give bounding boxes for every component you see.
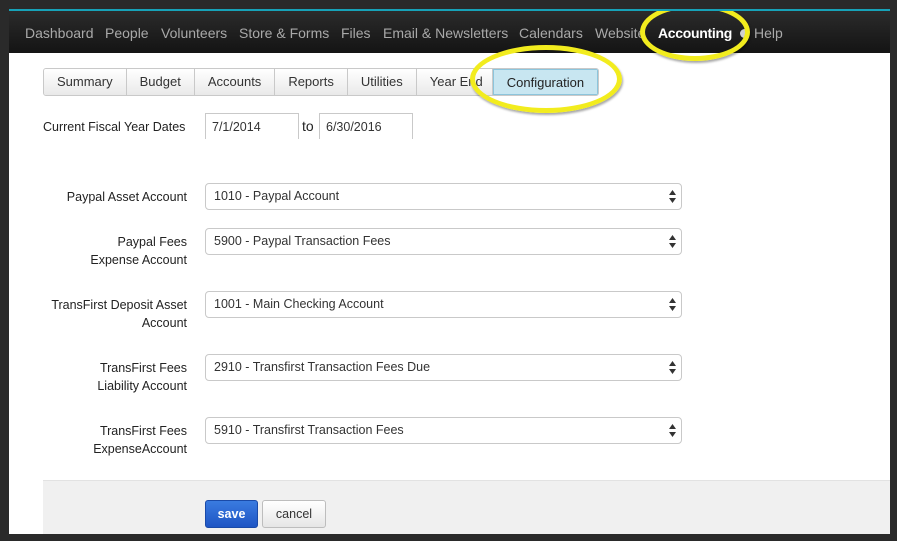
nav-website[interactable]: Website <box>595 25 641 41</box>
help-icon <box>740 29 749 38</box>
transfirst-fees-liability-label: TransFirst Fees Liability Account <box>29 359 187 395</box>
select-value: 1001 - Main Checking Account <box>214 297 384 311</box>
field-label-line: Expense Account <box>90 253 187 267</box>
fiscal-year-label: Current Fiscal Year Dates <box>43 120 186 134</box>
paypal-fees-expense-account-select[interactable]: 5900 - Paypal Transaction Fees <box>205 228 682 255</box>
nav-help[interactable]: Help <box>754 25 783 41</box>
transfirst-deposit-label: TransFirst Deposit Asset Account <box>29 296 187 332</box>
select-value: 5900 - Paypal Transaction Fees <box>214 234 391 248</box>
select-arrows-icon <box>669 298 676 311</box>
nav-email-newsletters[interactable]: Email & Newsletters <box>383 25 508 41</box>
tab-configuration[interactable]: Configuration <box>492 69 599 95</box>
field-label-line: TransFirst Fees <box>99 361 187 375</box>
tab-reports[interactable]: Reports <box>275 69 348 95</box>
select-value: 1010 - Paypal Account <box>214 189 340 203</box>
field-label-line: ExpenseAccount <box>93 442 187 456</box>
tab-accounts[interactable]: Accounts <box>194 69 276 95</box>
field-label-line: Account <box>141 316 187 330</box>
form-actions: save cancel <box>43 480 890 534</box>
date-separator: to <box>302 118 314 134</box>
select-value: 5910 - Transfirst Transaction Fees <box>214 423 404 437</box>
field-label-line: Paypal Asset Account <box>66 190 187 204</box>
nav-dashboard[interactable]: Dashboard <box>25 25 94 41</box>
select-arrows-icon <box>669 235 676 248</box>
window-top-border <box>9 9 890 11</box>
transfirst-fees-liability-account-select[interactable]: 2910 - Transfirst Transaction Fees Due <box>205 354 682 381</box>
nav-accounting[interactable]: Accounting <box>658 25 732 41</box>
select-arrows-icon <box>669 361 676 374</box>
select-value: 2910 - Transfirst Transaction Fees Due <box>214 360 431 374</box>
save-button[interactable]: save <box>205 500 258 528</box>
field-label-line: TransFirst Fees <box>99 424 187 438</box>
transfirst-deposit-asset-account-select[interactable]: 1001 - Main Checking Account <box>205 291 682 318</box>
nav-store-forms[interactable]: Store & Forms <box>239 25 329 41</box>
fiscal-end-date-input[interactable]: 6/30/2016 <box>319 113 413 139</box>
transfirst-fees-expense-account-select[interactable]: 5910 - Transfirst Transaction Fees <box>205 417 682 444</box>
accounting-tabs: Summary Budget Accounts Reports Utilitie… <box>43 68 600 96</box>
paypal-asset-account-select[interactable]: 1010 - Paypal Account <box>205 183 682 210</box>
nav-calendars[interactable]: Calendars <box>519 25 583 41</box>
select-arrows-icon <box>669 190 676 203</box>
transfirst-fees-expense-label: TransFirst Fees ExpenseAccount <box>29 422 187 458</box>
paypal-asset-label: Paypal Asset Account <box>29 188 187 206</box>
top-navbar: Dashboard People Volunteers Store & Form… <box>9 9 890 53</box>
app-window: Dashboard People Volunteers Store & Form… <box>9 9 890 534</box>
select-arrows-icon <box>669 424 676 437</box>
field-label-line: TransFirst Deposit Asset <box>51 298 187 312</box>
nav-volunteers[interactable]: Volunteers <box>161 25 227 41</box>
field-label-line: Liability Account <box>97 379 187 393</box>
tab-year-end[interactable]: Year End <box>416 69 493 95</box>
nav-people[interactable]: People <box>105 25 149 41</box>
nav-files[interactable]: Files <box>341 25 371 41</box>
tab-budget[interactable]: Budget <box>126 69 195 95</box>
tab-summary[interactable]: Summary <box>44 69 127 95</box>
cancel-button[interactable]: cancel <box>262 500 326 528</box>
tab-utilities[interactable]: Utilities <box>347 69 417 95</box>
fiscal-start-date-input[interactable]: 7/1/2014 <box>205 113 299 139</box>
field-label-line: Paypal Fees <box>117 235 187 249</box>
paypal-fees-label: Paypal Fees Expense Account <box>29 233 187 269</box>
